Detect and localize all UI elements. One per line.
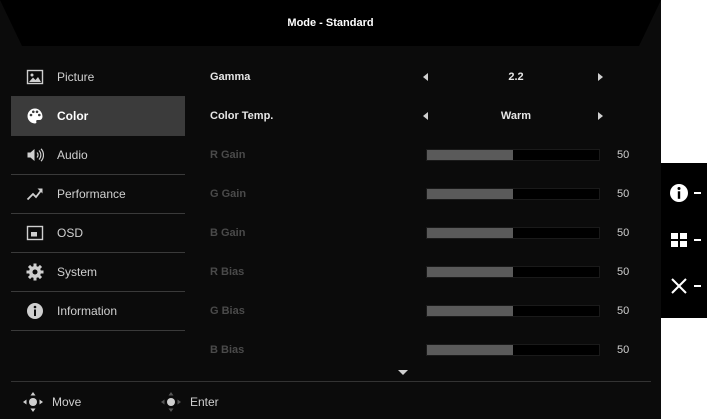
joystick-enter-icon bbox=[161, 392, 181, 412]
r-gain-label: R Gain bbox=[210, 149, 246, 161]
footer: Move Enter bbox=[0, 385, 661, 419]
r-gain-slider bbox=[426, 149, 600, 161]
b-bias-value: 50 bbox=[617, 344, 630, 356]
sidebar-item-label: Color bbox=[57, 109, 89, 123]
picture-icon bbox=[23, 65, 47, 89]
scroll-down-icon[interactable] bbox=[398, 370, 408, 375]
sidebar-item-performance[interactable]: Performance bbox=[11, 175, 185, 214]
footer-enter-label: Enter bbox=[190, 395, 219, 409]
footer-divider bbox=[11, 381, 651, 382]
slider-fill bbox=[427, 267, 513, 277]
footer-enter-hint: Enter bbox=[160, 385, 219, 419]
mode-title: Mode - Standard bbox=[287, 17, 374, 29]
speaker-icon bbox=[23, 143, 47, 167]
b-gain-slider bbox=[426, 227, 600, 239]
osd-menu: Mode - Standard Picture Color Audio Perf… bbox=[0, 0, 661, 419]
slider-fill bbox=[427, 150, 513, 160]
sidebar-item-label: Picture bbox=[57, 70, 95, 84]
hotkey-menu-button[interactable] bbox=[661, 220, 707, 260]
footer-move-label: Move bbox=[52, 395, 82, 409]
arrow-right-icon[interactable] bbox=[598, 112, 603, 120]
g-bias-value: 50 bbox=[617, 305, 630, 317]
arrow-right-icon[interactable] bbox=[598, 73, 603, 81]
close-icon bbox=[669, 276, 689, 296]
arrow-left-icon[interactable] bbox=[423, 112, 428, 120]
sidebar-item-label: Information bbox=[57, 304, 118, 318]
sidebar-item-label: System bbox=[57, 265, 98, 279]
slider-fill bbox=[427, 189, 513, 199]
hotkey-info-button[interactable] bbox=[661, 173, 707, 213]
sidebar: Picture Color Audio Performance OSD Syst… bbox=[11, 58, 185, 331]
hotkey-dash bbox=[694, 192, 701, 194]
color-temp-label: Color Temp. bbox=[210, 110, 274, 122]
sidebar-item-picture[interactable]: Picture bbox=[11, 58, 185, 97]
hotkey-panel bbox=[661, 163, 707, 318]
hotkey-dash bbox=[694, 285, 701, 287]
hotkey-close-button[interactable] bbox=[661, 266, 707, 306]
setting-r-bias: R Bias 50 bbox=[195, 257, 661, 287]
sidebar-item-label: Performance bbox=[57, 187, 126, 201]
gear-icon bbox=[23, 260, 47, 284]
g-bias-slider bbox=[426, 305, 600, 317]
sidebar-item-label: Audio bbox=[57, 148, 88, 162]
g-gain-slider bbox=[426, 188, 600, 200]
setting-r-gain: R Gain 50 bbox=[195, 140, 661, 170]
sidebar-item-audio[interactable]: Audio bbox=[11, 136, 185, 175]
b-gain-value: 50 bbox=[617, 227, 630, 239]
g-bias-label: G Bias bbox=[210, 305, 245, 317]
setting-g-gain: G Gain 50 bbox=[195, 179, 661, 209]
slider-fill bbox=[427, 345, 513, 355]
arrow-left-icon[interactable] bbox=[423, 73, 428, 81]
gamma-value: 2.2 bbox=[508, 71, 524, 83]
palette-icon bbox=[23, 104, 47, 128]
b-gain-label: B Gain bbox=[210, 227, 246, 239]
sidebar-item-system[interactable]: System bbox=[11, 253, 185, 292]
header-bar: Mode - Standard bbox=[0, 0, 661, 46]
sidebar-item-information[interactable]: Information bbox=[11, 292, 185, 331]
menu-grid-icon bbox=[669, 230, 689, 250]
sidebar-item-osd[interactable]: OSD bbox=[11, 214, 185, 253]
setting-b-bias: B Bias 50 bbox=[195, 335, 661, 365]
sidebar-item-label: OSD bbox=[57, 226, 84, 240]
setting-color-temp[interactable]: Color Temp. Warm bbox=[195, 101, 661, 131]
slider-fill bbox=[427, 306, 513, 316]
r-gain-value: 50 bbox=[617, 149, 630, 161]
trend-arrow-icon bbox=[23, 182, 47, 206]
r-bias-label: R Bias bbox=[210, 266, 245, 278]
hotkey-dash bbox=[694, 239, 701, 241]
color-temp-value: Warm bbox=[500, 110, 532, 122]
setting-g-bias: G Bias 50 bbox=[195, 296, 661, 326]
osd-window-icon bbox=[23, 221, 47, 245]
setting-gamma[interactable]: Gamma 2.2 bbox=[195, 62, 661, 92]
b-bias-slider bbox=[426, 344, 600, 356]
joystick-move-icon bbox=[23, 392, 43, 412]
footer-move-hint: Move bbox=[22, 385, 81, 419]
g-gain-label: G Gain bbox=[210, 188, 247, 200]
r-bias-value: 50 bbox=[617, 266, 630, 278]
slider-fill bbox=[427, 228, 513, 238]
r-bias-slider bbox=[426, 266, 600, 278]
setting-b-gain: B Gain 50 bbox=[195, 218, 661, 248]
gamma-label: Gamma bbox=[210, 71, 251, 83]
b-bias-label: B Bias bbox=[210, 344, 245, 356]
sidebar-item-color[interactable]: Color bbox=[11, 97, 185, 136]
g-gain-value: 50 bbox=[617, 188, 630, 200]
info-icon bbox=[669, 183, 689, 203]
info-icon bbox=[23, 299, 47, 323]
